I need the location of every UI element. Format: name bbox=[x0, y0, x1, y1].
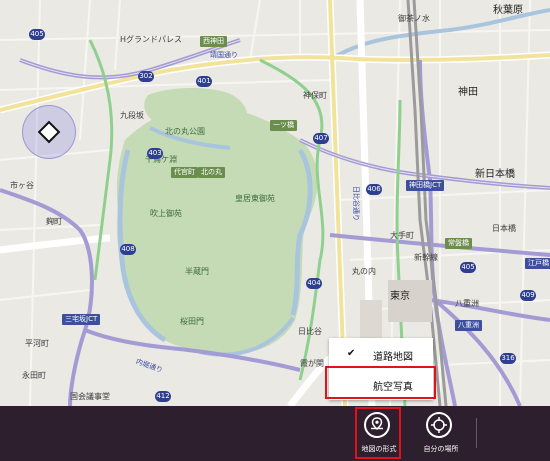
label-akihabara: 秋葉原 bbox=[493, 5, 523, 16]
route-shield-408: 408 bbox=[120, 244, 136, 255]
menu-item-aerial-photo[interactable]: 航空写真 bbox=[329, 369, 433, 399]
app-bar: 地図の形式 自分の場所 bbox=[0, 406, 550, 461]
tag-nishikanda: 西神田 bbox=[200, 36, 227, 47]
label-kokkai: 国会議事堂 bbox=[70, 392, 110, 401]
my-location-label: 自分の場所 bbox=[423, 445, 459, 453]
label-yasukuni: 靖国通り bbox=[210, 51, 238, 59]
tag-mitakezaka-jct: 三宅坂JCT bbox=[62, 314, 101, 325]
route-shield-412: 412 bbox=[155, 391, 171, 402]
tag-hitotsubashi: 一ツ橋 bbox=[270, 120, 297, 131]
label-kanda: 神田 bbox=[458, 87, 478, 98]
tag-edobashi: 江戸橋 bbox=[525, 258, 550, 269]
label-hibiya: 日比谷 bbox=[298, 327, 322, 336]
tag-kandabashi-jct: 神田橋JCT bbox=[406, 180, 445, 191]
map-canvas[interactable]: 秋葉原 神田 新日本橋 東京 九段坂 北の丸公園 千鳥ケ淵 吹上御苑 皇居東御苑… bbox=[0, 0, 550, 406]
label-fukiage: 吹上御苑 bbox=[150, 209, 182, 218]
label-hibiya-dori: 日比谷通り bbox=[352, 186, 360, 221]
label-shinkansen: 新幹線 bbox=[414, 253, 438, 262]
menu-item-road-map[interactable]: ✔ 道路地図 bbox=[329, 339, 433, 369]
route-shield-404: 404 bbox=[306, 278, 322, 289]
label-tokyo: 東京 bbox=[390, 291, 410, 302]
route-shield-405b: 405 bbox=[460, 262, 476, 273]
label-nagatacho: 永田町 bbox=[22, 371, 46, 380]
label-jimbocho: 神保町 bbox=[303, 91, 327, 100]
label-sakuradamon: 桜田門 bbox=[180, 317, 204, 326]
label-kokyo: 皇居東御苑 bbox=[235, 194, 275, 203]
locate-crosshair-icon bbox=[426, 412, 452, 438]
label-hirakawacho: 平河町 bbox=[25, 339, 49, 348]
route-shield-406: 406 bbox=[366, 184, 382, 195]
label-hanzomon: 半蔵門 bbox=[185, 267, 209, 276]
label-shin-nihonbashi: 新日本橋 bbox=[475, 169, 515, 180]
menu-item-road-map-label: 道路地図 bbox=[373, 352, 413, 363]
tag-daikancho: 代官町 bbox=[171, 167, 198, 178]
my-location-button[interactable]: 自分の場所 bbox=[412, 406, 470, 461]
label-ochanomizu: 御茶ノ水 bbox=[398, 14, 430, 23]
route-shield-302: 302 bbox=[138, 71, 154, 82]
location-diamond-icon bbox=[37, 120, 61, 144]
label-yaesu: 八重洲 bbox=[455, 299, 479, 308]
label-kitanomaru: 北の丸公園 bbox=[165, 127, 205, 136]
checkmark-icon: ✔ bbox=[347, 348, 356, 359]
route-shield-316: 316 bbox=[500, 353, 516, 364]
label-kojimachi: 麹町 bbox=[46, 217, 62, 226]
route-shield-403: 403 bbox=[147, 148, 163, 159]
current-location-marker[interactable] bbox=[22, 105, 76, 159]
map-style-menu: ✔ 道路地図 航空写真 bbox=[329, 338, 433, 400]
tag-yaesu: 八重洲 bbox=[455, 320, 482, 331]
route-shield-407: 407 bbox=[313, 133, 329, 144]
route-shield-401: 401 bbox=[196, 76, 212, 87]
label-kudanzaka: 九段坂 bbox=[120, 111, 144, 120]
map-style-highlight-box bbox=[355, 407, 401, 459]
label-ichigaya: 市ヶ谷 bbox=[10, 181, 34, 190]
label-grand-palace: Hグランドパレス bbox=[120, 35, 183, 44]
label-marunouchi: 丸の内 bbox=[352, 267, 376, 276]
label-otemachi: 大手町 bbox=[390, 231, 414, 240]
tag-kitanomaru: 北の丸 bbox=[198, 167, 225, 178]
route-shield-405: 405 bbox=[29, 29, 45, 40]
app-bar-divider bbox=[476, 418, 477, 448]
menu-item-aerial-photo-label: 航空写真 bbox=[373, 382, 413, 393]
label-nihonbashi: 日本橋 bbox=[492, 224, 516, 233]
label-kasumigaseki: 霞が関 bbox=[300, 359, 324, 368]
route-shield-409: 409 bbox=[520, 290, 536, 301]
tag-tokiwabashi: 常盤橋 bbox=[445, 238, 472, 249]
map-graphics bbox=[0, 0, 550, 406]
